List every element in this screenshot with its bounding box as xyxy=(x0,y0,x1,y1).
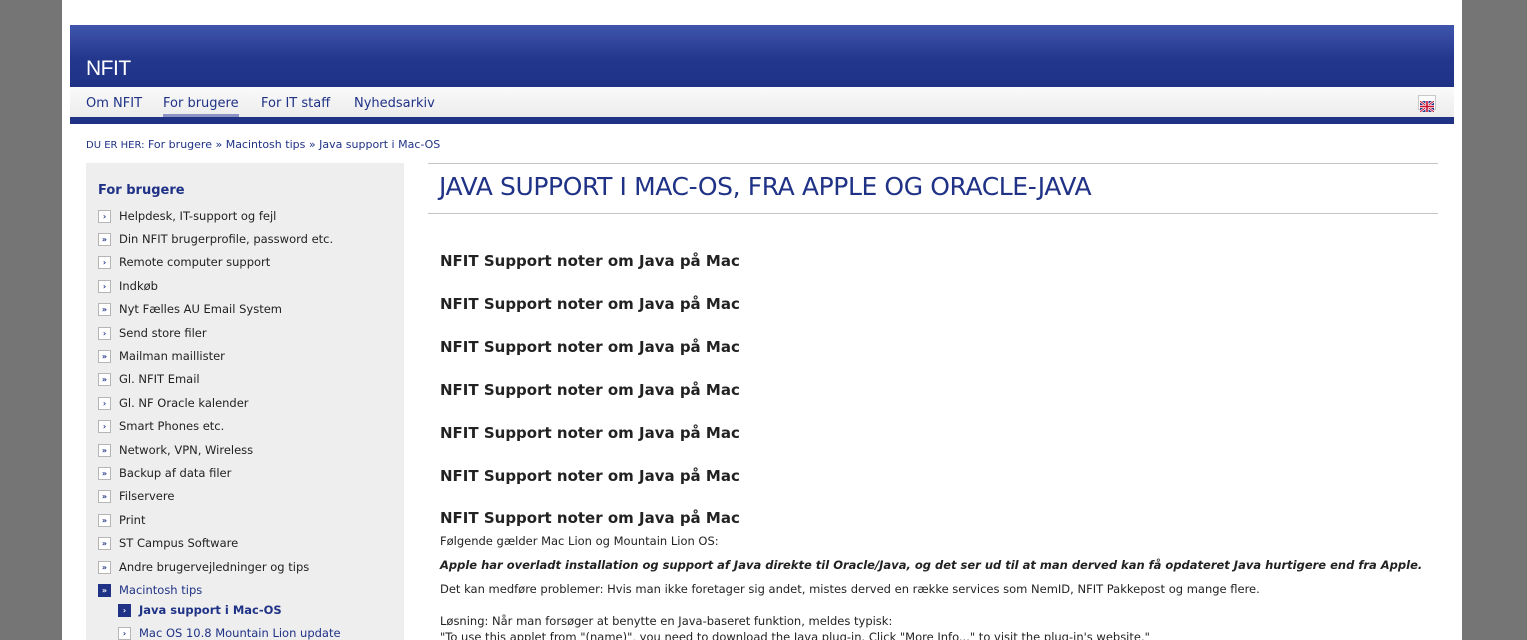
sidebar-item-send-filer[interactable]: › Send store filer xyxy=(98,326,207,340)
solution-text: Løsning: Når man forsøger at benytte en … xyxy=(440,614,893,628)
chevron-right-icon: › xyxy=(98,396,111,410)
sidebar-item-network[interactable]: » Network, VPN, Wireless xyxy=(98,443,253,457)
sidebar-item-gl-email[interactable]: » Gl. NFIT Email xyxy=(98,372,200,386)
breadcrumb-separator: » xyxy=(215,138,223,151)
sidebar-item-campus-software[interactable]: » ST Campus Software xyxy=(98,536,238,550)
sidebar-item-label: ST Campus Software xyxy=(119,536,239,550)
chevron-right-icon: › xyxy=(118,603,131,617)
sidebar-item-smart-phones[interactable]: › Smart Phones etc. xyxy=(98,419,224,433)
sidebar-item-au-email[interactable]: » Nyt Fælles AU Email System xyxy=(98,302,282,316)
sidebar-item-label: Remote computer support xyxy=(119,255,271,269)
double-chevron-icon: » xyxy=(98,489,111,503)
sidebar-item-label: Gl. NF Oracle kalender xyxy=(119,396,249,410)
sidebar-item-label: Macintosh tips xyxy=(119,583,203,597)
double-chevron-icon: » xyxy=(98,302,111,316)
nav-om-nfit[interactable]: Om NFIT xyxy=(86,96,142,114)
note-heading: NFIT Support noter om Java på Mac xyxy=(440,295,740,313)
sidebar-item-label: Send store filer xyxy=(119,326,207,340)
chevron-right-icon: › xyxy=(98,419,111,433)
sidebar-title[interactable]: For brugere xyxy=(98,183,185,198)
note-heading: NFIT Support noter om Java på Mac xyxy=(440,338,740,356)
sidebar-item-label: Gl. NFIT Email xyxy=(119,372,200,386)
breadcrumb: DU ER HER: For brugere » Macintosh tips … xyxy=(86,138,440,151)
breadcrumb-item-java-support[interactable]: Java support i Mac-OS xyxy=(319,138,440,151)
divider xyxy=(428,163,1438,164)
note-heading: NFIT Support noter om Java på Mac xyxy=(440,467,740,485)
breadcrumb-item-for-brugere[interactable]: For brugere xyxy=(148,138,212,151)
sidebar-item-brugerprofile[interactable]: » Din NFIT brugerprofile, password etc. xyxy=(98,232,333,246)
sidebar-item-oracle-kalender[interactable]: › Gl. NF Oracle kalender xyxy=(98,396,249,410)
nav-nyhedsarkiv[interactable]: Nyhedsarkiv xyxy=(354,96,435,114)
double-chevron-icon: » xyxy=(98,583,111,597)
header-banner: NFIT xyxy=(70,25,1454,87)
breadcrumb-separator: » xyxy=(308,138,316,151)
nav-for-it-staff[interactable]: For IT staff xyxy=(261,96,330,114)
sidebar-item-label: Andre brugervejledninger og tips xyxy=(119,560,310,574)
sidebar-subitem-java-support[interactable]: › Java support i Mac-OS xyxy=(118,603,282,617)
double-chevron-icon: » xyxy=(98,232,111,246)
sidebar-item-label: Print xyxy=(119,513,146,527)
sidebar-item-label: Mac OS 10.8 Mountain Lion update xyxy=(139,626,341,640)
breadcrumb-prefix: DU ER HER: xyxy=(86,140,145,151)
chevron-right-icon: › xyxy=(98,326,111,340)
double-chevron-icon: » xyxy=(98,513,111,527)
chevron-right-icon: › xyxy=(98,279,111,293)
problems-text: Det kan medføre problemer: Hvis man ikke… xyxy=(440,582,1260,596)
double-chevron-icon: » xyxy=(98,349,111,363)
sidebar-item-label: Network, VPN, Wireless xyxy=(119,443,254,457)
chevron-right-icon: › xyxy=(118,626,131,640)
double-chevron-icon: » xyxy=(98,372,111,386)
sidebar-item-backup[interactable]: » Backup af data filer xyxy=(98,466,231,480)
site-title[interactable]: NFIT xyxy=(86,57,131,81)
sidebar-item-filservere[interactable]: » Filservere xyxy=(98,489,174,503)
double-chevron-icon: » xyxy=(98,536,111,550)
sidebar-item-label: Backup af data filer xyxy=(119,466,232,480)
sidebar-item-label: Nyt Fælles AU Email System xyxy=(119,302,282,316)
nav-for-brugere[interactable]: For brugere xyxy=(163,96,239,117)
sidebar-item-mailman[interactable]: » Mailman maillister xyxy=(98,349,225,363)
sidebar-item-label: Java support i Mac-OS xyxy=(139,603,282,617)
divider xyxy=(428,213,1438,214)
sidebar-item-print[interactable]: » Print xyxy=(98,513,145,527)
double-chevron-icon: » xyxy=(98,560,111,574)
sidebar-item-label: Indkøb xyxy=(119,279,158,293)
sidebar-item-macintosh-tips[interactable]: » Macintosh tips xyxy=(98,583,202,597)
page: NFIT Om NFIT For brugere For IT staff Ny… xyxy=(62,0,1462,640)
chevron-right-icon: › xyxy=(98,255,111,269)
sidebar-item-label: Filservere xyxy=(119,489,175,503)
sidebar-item-label: Din NFIT brugerprofile, password etc. xyxy=(119,232,334,246)
quote-text: "To use this applet from "(name)", you n… xyxy=(440,630,1150,640)
note-heading: NFIT Support noter om Java på Mac xyxy=(440,424,740,442)
page-title: JAVA SUPPORT I MAC-OS, FRA APPLE OG ORAC… xyxy=(439,172,1092,201)
sidebar-item-label: Smart Phones etc. xyxy=(119,419,225,433)
emphasis-text: Apple har overladt installation og suppo… xyxy=(440,558,1423,572)
sidebar-subitem-mountain-lion[interactable]: › Mac OS 10.8 Mountain Lion update xyxy=(118,626,341,640)
uk-flag-icon[interactable] xyxy=(1418,95,1436,113)
main-nav: Om NFIT For brugere For IT staff Nyhedsa… xyxy=(70,87,1454,124)
sidebar-item-indkob[interactable]: › Indkøb xyxy=(98,279,158,293)
sidebar-item-vejledninger[interactable]: » Andre brugervejledninger og tips xyxy=(98,560,309,574)
sidebar: For brugere › Helpdesk, IT-support og fe… xyxy=(86,163,404,640)
note-heading: NFIT Support noter om Java på Mac xyxy=(440,252,740,270)
sidebar-item-label: Helpdesk, IT-support og fejl xyxy=(119,209,277,223)
chevron-right-icon: › xyxy=(98,209,111,223)
double-chevron-icon: » xyxy=(98,443,111,457)
double-chevron-icon: » xyxy=(98,466,111,480)
note-heading: NFIT Support noter om Java på Mac xyxy=(440,509,740,527)
note-heading: NFIT Support noter om Java på Mac xyxy=(440,381,740,399)
sidebar-item-remote-support[interactable]: › Remote computer support xyxy=(98,255,270,269)
sidebar-item-label: Mailman maillister xyxy=(119,349,225,363)
breadcrumb-item-macintosh-tips[interactable]: Macintosh tips xyxy=(226,138,306,151)
intro-text: Følgende gælder Mac Lion og Mountain Lio… xyxy=(440,534,719,548)
sidebar-item-helpdesk[interactable]: › Helpdesk, IT-support og fejl xyxy=(98,209,276,223)
